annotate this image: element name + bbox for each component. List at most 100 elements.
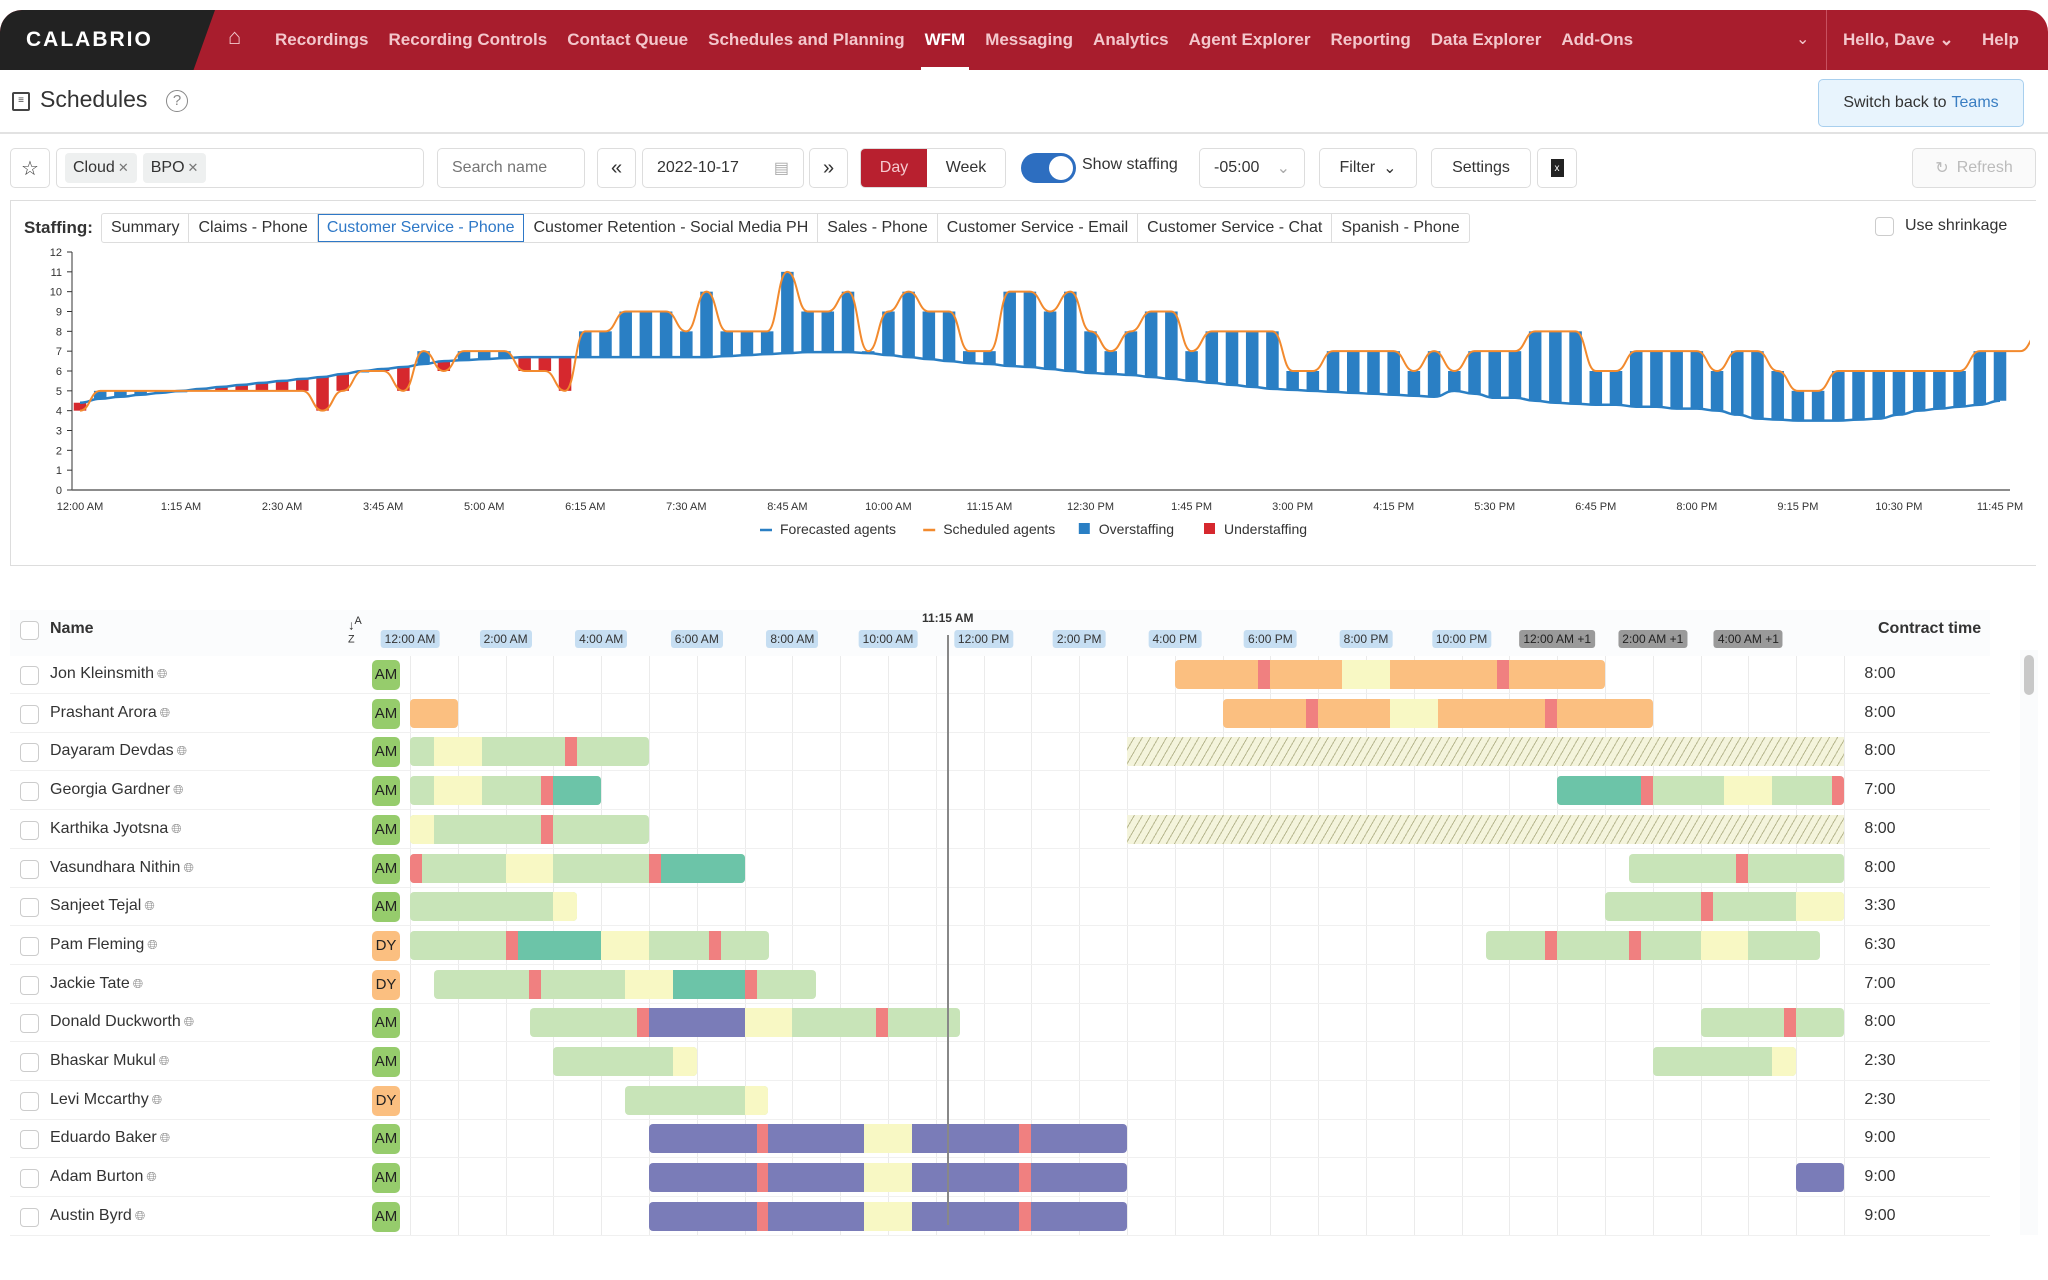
row-checkbox[interactable] [20,820,39,840]
name-column-header[interactable]: Name [50,620,94,638]
agent-row[interactable]: Adam Burton 🌐︎ AM 9:00 [10,1159,1990,1198]
staffing-tab-customer-service-chat[interactable]: Customer Service - Chat [1138,214,1333,242]
shift-block[interactable] [1222,698,1653,728]
agent-row[interactable]: Eduardo Baker 🌐︎ AM 9:00 [10,1120,1990,1159]
row-checkbox[interactable] [20,1091,39,1111]
agent-row[interactable]: Sanjeet Tejal 🌐︎ AM 3:30 [10,888,1990,927]
row-checkbox[interactable] [20,1130,39,1150]
refresh-button[interactable]: ↻ Refresh [1912,148,2036,188]
nav-item-data-explorer[interactable]: Data Explorer [1431,10,1542,70]
agent-row[interactable]: Prashant Arora 🌐︎ AM 8:00 [10,695,1990,733]
agent-name[interactable]: Jackie Tate 🌐︎ [50,975,143,993]
agent-name[interactable]: Sanjeet Tejal 🌐︎ [50,897,155,915]
agent-name[interactable]: Donald Duckworth 🌐︎ [50,1013,194,1031]
next-date-button[interactable]: » [809,148,848,188]
agent-row[interactable]: Pam Fleming 🌐︎ DY 6:30 [10,927,1990,965]
staffing-tab-summary[interactable]: Summary [102,214,190,242]
date-picker[interactable]: 2022-10-17 ▤ [642,148,804,188]
staffing-tab-customer-retention-social-media-ph[interactable]: Customer Retention - Social Media PH [524,214,819,242]
help-circle-icon[interactable]: ? [166,90,188,112]
nav-item-recordings[interactable]: Recordings [275,10,369,70]
row-checkbox[interactable] [20,898,39,918]
help-link[interactable]: Help [1982,10,2019,70]
agent-name[interactable]: Prashant Arora 🌐︎ [50,704,170,722]
user-menu[interactable]: Hello, Dave ⌄ [1843,10,1954,70]
nav-item-wfm[interactable]: WFM [920,10,969,70]
nav-item-messaging[interactable]: Messaging [985,10,1073,70]
row-checkbox[interactable] [20,782,39,802]
row-checkbox[interactable] [20,1169,39,1189]
row-checkbox[interactable] [20,1014,39,1034]
shift-block[interactable] [1127,737,1844,767]
remove-chip-icon[interactable]: ✕ [188,160,199,175]
agent-row[interactable]: Austin Byrd 🌐︎ AM 9:00 [10,1198,1990,1236]
shift-block[interactable] [433,969,817,999]
scrollbar-thumb[interactable] [2024,655,2034,695]
search-name-input[interactable] [437,148,585,188]
shift-block[interactable] [1652,1047,1797,1076]
shift-block[interactable] [410,814,649,844]
shift-block[interactable] [1174,660,1605,689]
shift-block[interactable] [1127,814,1844,844]
staffing-tab-spanish-phone[interactable]: Spanish - Phone [1332,214,1468,242]
staffing-tab-sales-phone[interactable]: Sales - Phone [818,214,938,242]
shift-block[interactable] [1557,776,1844,806]
shift-block[interactable] [649,1163,1127,1193]
filter-button[interactable]: Filter ⌄ [1319,148,1417,188]
export-excel-button[interactable]: x [1537,148,1577,188]
agent-name[interactable]: Eduardo Baker 🌐︎ [50,1129,170,1147]
sort-az-icon[interactable]: ↓A Z [348,616,368,646]
day-button[interactable]: Day [861,149,927,187]
calabrio-logo[interactable]: CALABRIO [0,10,215,70]
use-shrinkage-checkbox[interactable] [1875,217,1894,236]
shift-block[interactable] [529,1008,960,1038]
staffing-tab-customer-service-phone[interactable]: Customer Service - Phone [317,214,525,242]
nav-item-recording-controls[interactable]: Recording Controls [389,10,548,70]
nav-item-schedules-and-planning[interactable]: Schedules and Planning [708,10,904,70]
nav-item-reporting[interactable]: Reporting [1331,10,1411,70]
agent-row[interactable]: Dayaram Devdas 🌐︎ AM 8:00 [10,733,1990,772]
agent-name[interactable]: Karthika Jyotsna 🌐︎ [50,820,182,838]
row-checkbox[interactable] [20,704,39,724]
row-checkbox[interactable] [20,666,39,685]
shift-block[interactable] [625,1085,769,1115]
shift-block[interactable] [1485,930,1821,960]
chevron-down-icon[interactable]: ⌄ [1796,10,1809,70]
agent-row[interactable]: Jackie Tate 🌐︎ DY 7:00 [10,966,1990,1004]
agent-name[interactable]: Georgia Gardner 🌐︎ [50,781,183,799]
nav-item-analytics[interactable]: Analytics [1093,10,1169,70]
agent-name[interactable]: Adam Burton 🌐︎ [50,1168,157,1186]
shift-block[interactable] [649,1124,1127,1154]
shift-block[interactable] [1628,853,1844,883]
settings-button[interactable]: Settings [1431,148,1531,188]
shift-block[interactable] [410,698,458,728]
nav-item-add-ons[interactable]: Add-Ons [1561,10,1633,70]
agent-name[interactable]: Pam Fleming 🌐︎ [50,936,158,954]
shift-block[interactable] [649,1201,1127,1231]
agent-name[interactable]: Levi Mccarthy 🌐︎ [50,1091,162,1109]
remove-chip-icon[interactable]: ✕ [118,160,129,175]
shift-block[interactable] [1796,1163,1844,1193]
row-checkbox[interactable] [20,936,39,956]
shift-block[interactable] [1700,1008,1844,1038]
timezone-select[interactable]: -05:00 ⌄ [1199,148,1305,188]
shift-block[interactable] [410,892,578,922]
staffing-tab-customer-service-email[interactable]: Customer Service - Email [938,214,1139,242]
shift-block[interactable] [410,776,602,806]
row-checkbox[interactable] [20,743,39,763]
shift-block[interactable] [1605,892,1844,922]
agent-name[interactable]: Austin Byrd 🌐︎ [50,1207,145,1225]
shift-block[interactable] [410,737,649,767]
agent-row[interactable]: Donald Duckworth 🌐︎ AM 8:00 [10,1004,1990,1043]
shift-block[interactable] [410,853,745,883]
row-checkbox[interactable] [20,975,39,995]
agent-row[interactable]: Vasundhara Nithin 🌐︎ AM 8:00 [10,850,1990,888]
agent-name[interactable]: Jon Kleinsmith 🌐︎ [50,665,167,683]
agent-row[interactable]: Bhaskar Mukul 🌐︎ AM 2:30 [10,1043,1990,1081]
shift-block[interactable] [553,1047,697,1076]
favorite-button[interactable]: ☆ [10,148,50,188]
filter-chip-cloud[interactable]: Cloud ✕ [65,153,137,183]
agent-row[interactable]: Levi Mccarthy 🌐︎ DY 2:30 [10,1082,1990,1120]
scrollbar-track[interactable] [2020,650,2038,1235]
row-checkbox[interactable] [20,1053,39,1072]
